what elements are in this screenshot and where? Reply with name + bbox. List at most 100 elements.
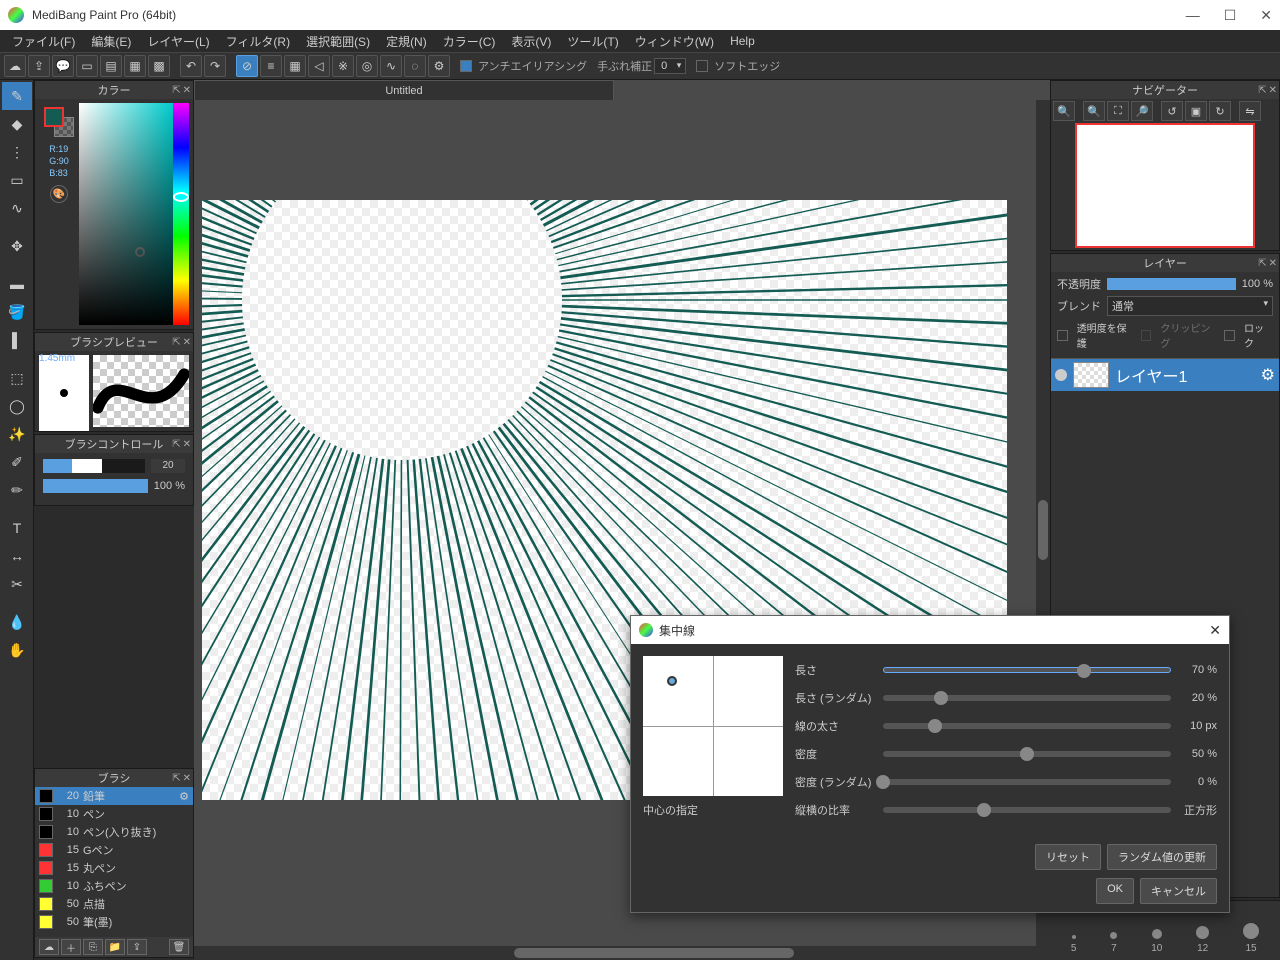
minimize-button[interactable]: — bbox=[1186, 7, 1200, 24]
fg-bg-swatch[interactable] bbox=[44, 107, 74, 137]
redo-button[interactable]: ↷ bbox=[204, 55, 226, 77]
wand-tool-icon[interactable]: ✨ bbox=[2, 420, 32, 448]
brush-delete-icon[interactable]: 🗑 bbox=[169, 939, 189, 955]
close-button[interactable]: ✕ bbox=[1260, 7, 1272, 24]
divide-tool-icon[interactable]: ✂ bbox=[2, 570, 32, 598]
doc-icon[interactable]: ▤ bbox=[100, 55, 122, 77]
antialias-checkbox[interactable] bbox=[460, 60, 472, 72]
brush-size-preset[interactable]: 15 bbox=[1243, 923, 1259, 954]
brush-list-item[interactable]: 15Gペン bbox=[35, 841, 193, 859]
hand-tool-icon[interactable]: ✋ bbox=[2, 636, 32, 664]
cancel-button[interactable]: キャンセル bbox=[1140, 878, 1217, 904]
menu-item[interactable]: 定規(N) bbox=[378, 31, 435, 52]
layer-item[interactable]: レイヤー1⚙ bbox=[1051, 359, 1279, 391]
panel-detach-icon[interactable]: ⇱ bbox=[1258, 258, 1266, 269]
cloud-icon[interactable]: ☁ bbox=[4, 55, 26, 77]
brush-size-preset[interactable]: 10 bbox=[1151, 929, 1162, 954]
lasso-tool-icon[interactable]: ◯ bbox=[2, 392, 32, 420]
chat-icon[interactable]: ▭ bbox=[76, 55, 98, 77]
menu-item[interactable]: ツール(T) bbox=[559, 31, 626, 52]
nav-rotate-r-icon[interactable]: ↻ bbox=[1209, 101, 1231, 121]
brush-add-icon[interactable]: ＋ bbox=[61, 939, 81, 955]
undo-button[interactable]: ↶ bbox=[180, 55, 202, 77]
maximize-button[interactable]: ☐ bbox=[1224, 7, 1237, 24]
snap-ellipse-icon[interactable]: ◌ bbox=[404, 55, 426, 77]
select-rect-tool-icon[interactable]: ⬚ bbox=[2, 364, 32, 392]
hue-slider[interactable] bbox=[173, 103, 189, 325]
operate-tool-icon[interactable]: ↔ bbox=[2, 542, 32, 570]
brush-folder-icon[interactable]: 📁 bbox=[105, 939, 125, 955]
panel-close-icon[interactable]: ✕ bbox=[1269, 258, 1277, 269]
param-slider[interactable] bbox=[883, 695, 1171, 701]
gear-icon[interactable]: ⚙ bbox=[179, 790, 189, 803]
shake-dropdown[interactable]: 0 bbox=[654, 58, 686, 74]
comment-icon[interactable]: 💬 bbox=[52, 55, 74, 77]
panels-icon[interactable]: ▦ bbox=[124, 55, 146, 77]
brush-dup-icon[interactable]: ⎘ bbox=[83, 939, 103, 955]
panel-close-icon[interactable]: ✕ bbox=[183, 773, 191, 784]
grid-icon[interactable]: ▩ bbox=[148, 55, 170, 77]
horizontal-scrollbar[interactable] bbox=[194, 946, 1050, 960]
brush-list-item[interactable]: 10ペン bbox=[35, 805, 193, 823]
snap-grid-icon[interactable]: ▦ bbox=[284, 55, 306, 77]
param-slider[interactable] bbox=[883, 751, 1171, 757]
brush-size-value[interactable]: 20 bbox=[151, 459, 185, 473]
param-slider[interactable] bbox=[883, 723, 1171, 729]
random-button[interactable]: ランダム値の更新 bbox=[1107, 844, 1217, 870]
snap-parallel-icon[interactable]: ≡ bbox=[260, 55, 282, 77]
panel-close-icon[interactable]: ✕ bbox=[183, 439, 191, 450]
menu-item[interactable]: 編集(E) bbox=[83, 31, 139, 52]
visibility-icon[interactable] bbox=[1055, 369, 1067, 381]
nav-fit-icon[interactable]: ⛶ bbox=[1107, 101, 1129, 121]
panel-detach-icon[interactable]: ⇱ bbox=[172, 439, 180, 450]
shape-tool-icon[interactable]: ▭ bbox=[2, 166, 32, 194]
param-slider[interactable] bbox=[883, 667, 1171, 673]
panel-detach-icon[interactable]: ⇱ bbox=[172, 337, 180, 348]
fill-rect-tool-icon[interactable]: ▬ bbox=[2, 270, 32, 298]
menu-item[interactable]: 表示(V) bbox=[503, 31, 559, 52]
brush-opacity-slider[interactable] bbox=[43, 479, 148, 493]
brush-list-item[interactable]: 10ペン(入り抜き) bbox=[35, 823, 193, 841]
protect-checkbox[interactable] bbox=[1057, 330, 1068, 341]
lock-checkbox[interactable] bbox=[1224, 330, 1235, 341]
eraser-tool-icon[interactable]: ◆ bbox=[2, 110, 32, 138]
brush-size-slider[interactable] bbox=[43, 459, 145, 473]
brush-list-item[interactable]: 50点描 bbox=[35, 895, 193, 913]
brush-list-item[interactable]: 10ふちペン bbox=[35, 877, 193, 895]
panel-close-icon[interactable]: ✕ bbox=[1269, 85, 1277, 96]
brush-list-item[interactable]: 15丸ペン bbox=[35, 859, 193, 877]
move-tool-icon[interactable]: ✥ bbox=[2, 232, 32, 260]
param-slider[interactable] bbox=[883, 807, 1171, 813]
brush-size-preset[interactable]: 5 bbox=[1071, 935, 1077, 954]
navigator-view[interactable] bbox=[1075, 123, 1255, 248]
select-erase-tool-icon[interactable]: ✏ bbox=[2, 476, 32, 504]
nav-zoom-icon[interactable]: 🔍 bbox=[1083, 101, 1105, 121]
snap-off-icon[interactable]: ⊘ bbox=[236, 55, 258, 77]
palette-icon[interactable]: 🎨 bbox=[50, 185, 68, 203]
menu-item[interactable]: Help bbox=[722, 32, 763, 50]
nav-zoom-in-icon[interactable]: 🔍 bbox=[1053, 101, 1075, 121]
snap-radial-icon[interactable]: ※ bbox=[332, 55, 354, 77]
color-picker[interactable] bbox=[79, 103, 173, 325]
blend-dropdown[interactable]: 通常 bbox=[1107, 296, 1273, 316]
snap-settings-icon[interactable]: ⚙ bbox=[428, 55, 450, 77]
center-picker[interactable] bbox=[643, 656, 783, 796]
menu-item[interactable]: ファイル(F) bbox=[4, 31, 83, 52]
nav-reset-icon[interactable]: ▣ bbox=[1185, 101, 1207, 121]
nav-flip-icon[interactable]: ⇋ bbox=[1239, 101, 1261, 121]
nav-zoom-out-icon[interactable]: 🔎 bbox=[1131, 101, 1153, 121]
brush-list-item[interactable]: 20鉛筆⚙ bbox=[35, 787, 193, 805]
gradient-tool-icon[interactable]: ▌ bbox=[2, 326, 32, 354]
opacity-slider[interactable] bbox=[1107, 278, 1236, 290]
dot-tool-icon[interactable]: ⋮ bbox=[2, 138, 32, 166]
nav-rotate-l-icon[interactable]: ↺ bbox=[1161, 101, 1183, 121]
menu-item[interactable]: フィルタ(R) bbox=[218, 31, 298, 52]
snap-circle-icon[interactable]: ◎ bbox=[356, 55, 378, 77]
panel-detach-icon[interactable]: ⇱ bbox=[172, 85, 180, 96]
menu-item[interactable]: カラー(C) bbox=[435, 31, 504, 52]
brush-cloud-icon[interactable]: ☁ bbox=[39, 939, 59, 955]
ok-button[interactable]: OK bbox=[1096, 878, 1134, 904]
select-pen-tool-icon[interactable]: ✐ bbox=[2, 448, 32, 476]
brush-export-icon[interactable]: ⇪ bbox=[127, 939, 147, 955]
menu-item[interactable]: レイヤー(L) bbox=[139, 31, 217, 52]
